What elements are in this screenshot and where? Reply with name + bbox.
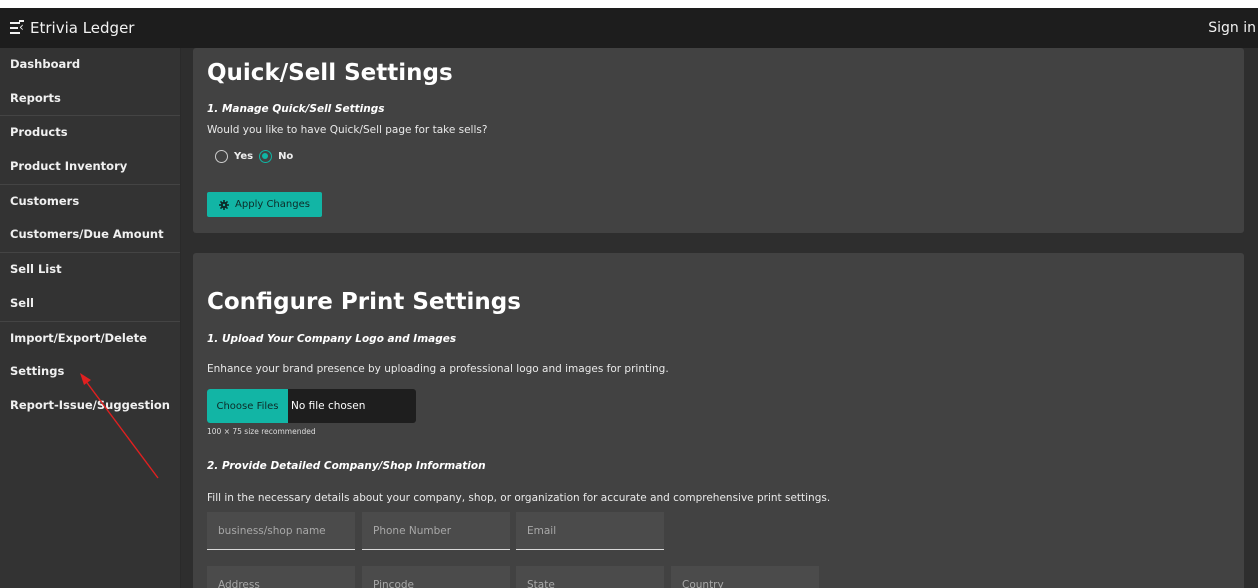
file-status-text: No file chosen [291,400,366,412]
gear-icon [219,199,230,210]
sidebar-item-settings[interactable]: Settings [0,355,180,389]
menu-toggle-icon[interactable]: ‹ [10,20,26,35]
sidebar-item-dashboard[interactable]: Dashboard [0,48,180,82]
pincode-field[interactable]: Pincode [362,566,510,588]
quick-sell-card: Quick/Sell Settings 1. Manage Quick/Sell… [193,48,1244,233]
file-upload-input[interactable]: Choose Files No file chosen [207,389,416,423]
business-name-field[interactable]: business/shop name [207,512,355,550]
sidebar-item-products[interactable]: Products [0,116,180,150]
radio-no[interactable] [259,150,273,163]
sidebar-item-report-issue[interactable]: Report-Issue/Suggestion [0,389,180,423]
sign-in-link[interactable]: Sign in [1208,8,1258,48]
phone-number-field[interactable]: Phone Number [362,512,510,550]
main-content: Quick/Sell Settings 1. Manage Quick/Sell… [181,48,1258,588]
print-settings-title: Configure Print Settings [207,289,521,315]
apply-changes-button[interactable]: Apply Changes [207,192,322,217]
state-field[interactable]: State [516,566,664,588]
company-info-description: Fill in the necessary details about your… [207,492,831,504]
quick-sell-radio-group: Yes No [215,150,299,163]
country-field[interactable]: Country [671,566,819,588]
size-hint: 100 × 75 size recommended [207,427,316,436]
app-window: ‹ Etrivia Ledger Sign in Dashboard Repor… [0,8,1258,588]
email-field[interactable]: Email [516,512,664,550]
sidebar-item-product-inventory[interactable]: Product Inventory [0,150,180,184]
print-settings-card: Configure Print Settings 1. Upload Your … [193,253,1244,588]
quick-sell-title: Quick/Sell Settings [207,60,453,86]
address-field[interactable]: Address [207,566,355,588]
upload-heading: 1. Upload Your Company Logo and Images [207,333,457,345]
brand[interactable]: ‹ Etrivia Ledger [10,8,134,48]
sidebar-item-customers-due-amount[interactable]: Customers/Due Amount [0,218,180,252]
company-info-heading: 2. Provide Detailed Company/Shop Informa… [207,460,486,472]
sidebar-item-sell[interactable]: Sell [0,287,180,321]
sidebar-item-reports[interactable]: Reports [0,82,180,116]
sidebar-item-import-export-delete[interactable]: Import/Export/Delete [0,322,180,356]
brand-title: Etrivia Ledger [30,19,135,37]
sidebar: Dashboard Reports Products Product Inven… [0,48,181,588]
top-navbar: ‹ Etrivia Ledger Sign in [0,8,1258,48]
choose-files-button[interactable]: Choose Files [207,389,288,423]
apply-changes-label: Apply Changes [235,199,310,210]
sidebar-item-sell-list[interactable]: Sell List [0,253,180,287]
quick-sell-section-heading: 1. Manage Quick/Sell Settings [207,103,385,115]
radio-no-label[interactable]: No [278,151,293,162]
radio-yes[interactable] [215,150,228,163]
upload-description: Enhance your brand presence by uploading… [207,363,669,375]
sidebar-item-customers[interactable]: Customers [0,185,180,219]
radio-yes-label[interactable]: Yes [234,151,253,162]
quick-sell-question: Would you like to have Quick/Sell page f… [207,124,488,136]
